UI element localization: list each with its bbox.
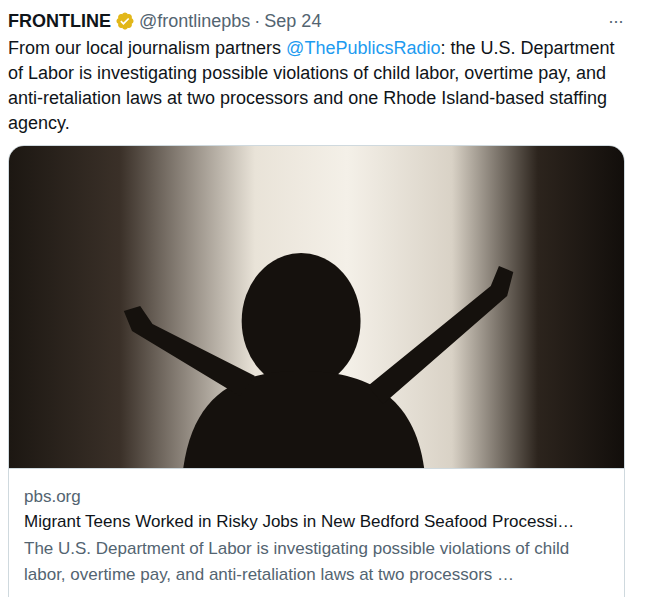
card-description: The U.S. Department of Labor is investig… [24, 536, 609, 588]
separator: · [254, 9, 260, 33]
mention-link[interactable]: @ThePublicsRadio [286, 38, 440, 58]
card-photo [9, 146, 624, 468]
card-info: pbs.orgMigrant Teens Worked in Risky Job… [9, 468, 624, 588]
link-card[interactable]: pbs.orgMigrant Teens Worked in Risky Job… [8, 145, 625, 597]
tweet-header: FRONTLINE @frontlinepbs·Sep 24 ··· [8, 8, 625, 34]
card-title[interactable]: Migrant Teens Worked in Risky Jobs in Ne… [24, 509, 609, 534]
tweet-text: From our local journalism partners @TheP… [8, 36, 625, 136]
card-domain: pbs.org [24, 484, 609, 509]
tweet: FRONTLINE @frontlinepbs·Sep 24 ··· From our… [0, 0, 649, 597]
author-handle[interactable]: @frontlinepbs [139, 9, 250, 33]
more-button[interactable]: ··· [608, 9, 625, 33]
author: FRONTLINE @frontlinepbs·Sep 24 [8, 9, 608, 33]
text-segment: From our local journalism partners [8, 38, 286, 58]
verified-badge-icon [115, 11, 135, 31]
author-name[interactable]: FRONTLINE [8, 9, 111, 33]
tweet-date[interactable]: Sep 24 [264, 9, 321, 33]
